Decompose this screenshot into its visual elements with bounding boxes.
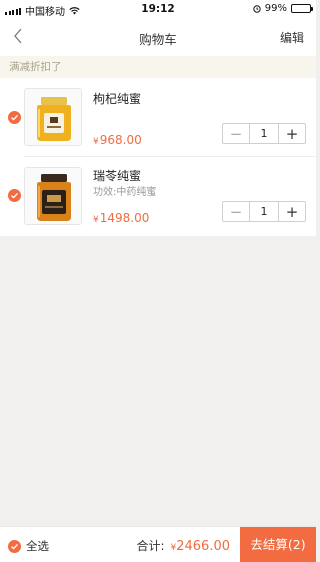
cart-item: 枸杞纯蜜 ¥968.00 − 1 + — [0, 78, 316, 157]
honey-jar-image — [25, 168, 81, 224]
check-icon — [11, 114, 18, 121]
product-name[interactable]: 枸杞纯蜜 — [93, 90, 141, 107]
cart-list: 枸杞纯蜜 ¥968.00 − 1 + 瑞苓纯蜜 功效:中药纯蜜 ¥1498.00… — [0, 78, 316, 236]
currency-symbol: ¥ — [93, 215, 99, 225]
quantity-stepper: − 1 + — [222, 123, 306, 144]
product-price: ¥968.00 — [93, 133, 142, 147]
product-subtitle: 功效:中药纯蜜 — [93, 187, 157, 198]
checkout-button[interactable]: 去结算(2) — [240, 527, 316, 562]
increase-button[interactable]: + — [279, 124, 305, 143]
total-amount: 2466.00 — [176, 539, 230, 554]
select-all-toggle[interactable]: 全选 — [8, 538, 49, 554]
check-icon — [11, 543, 18, 550]
product-image[interactable] — [24, 167, 82, 225]
status-bar: 中国移动 19:12 99% — [0, 0, 316, 18]
item-checkbox[interactable] — [8, 111, 21, 124]
page-title: 购物车 — [139, 32, 177, 47]
increase-button[interactable]: + — [279, 202, 305, 221]
total-label: 合计: — [136, 539, 165, 553]
alarm-icon — [253, 5, 261, 13]
price-value: 968.00 — [99, 133, 142, 147]
product-image[interactable] — [24, 88, 82, 146]
total-summary: 合计: ¥2466.00 — [136, 537, 230, 554]
quantity-stepper: − 1 + — [222, 201, 306, 222]
price-value: 1498.00 — [99, 211, 150, 225]
decrease-button[interactable]: − — [223, 202, 249, 221]
promo-banner[interactable]: 满减折扣了 — [0, 56, 316, 78]
honey-jar-image — [25, 89, 81, 145]
product-price: ¥1498.00 — [93, 211, 149, 225]
battery-percent: 99% — [264, 3, 287, 14]
battery-icon — [291, 4, 313, 13]
cart-item: 瑞苓纯蜜 功效:中药纯蜜 ¥1498.00 − 1 + — [0, 157, 316, 235]
nav-bar: 购物车 编辑 — [0, 18, 316, 56]
check-icon — [11, 192, 18, 199]
decrease-button[interactable]: − — [223, 124, 249, 143]
select-all-label: 全选 — [26, 539, 49, 553]
product-name[interactable]: 瑞苓纯蜜 — [93, 167, 141, 184]
currency-symbol: ¥ — [93, 137, 99, 147]
quantity-value[interactable]: 1 — [249, 202, 279, 221]
item-checkbox[interactable] — [8, 189, 21, 202]
checkout-bar: 全选 合计: ¥2466.00 去结算(2) — [0, 526, 316, 562]
quantity-value[interactable]: 1 — [249, 124, 279, 143]
select-all-checkbox[interactable] — [8, 539, 21, 553]
edit-button[interactable]: 编辑 — [280, 29, 304, 46]
